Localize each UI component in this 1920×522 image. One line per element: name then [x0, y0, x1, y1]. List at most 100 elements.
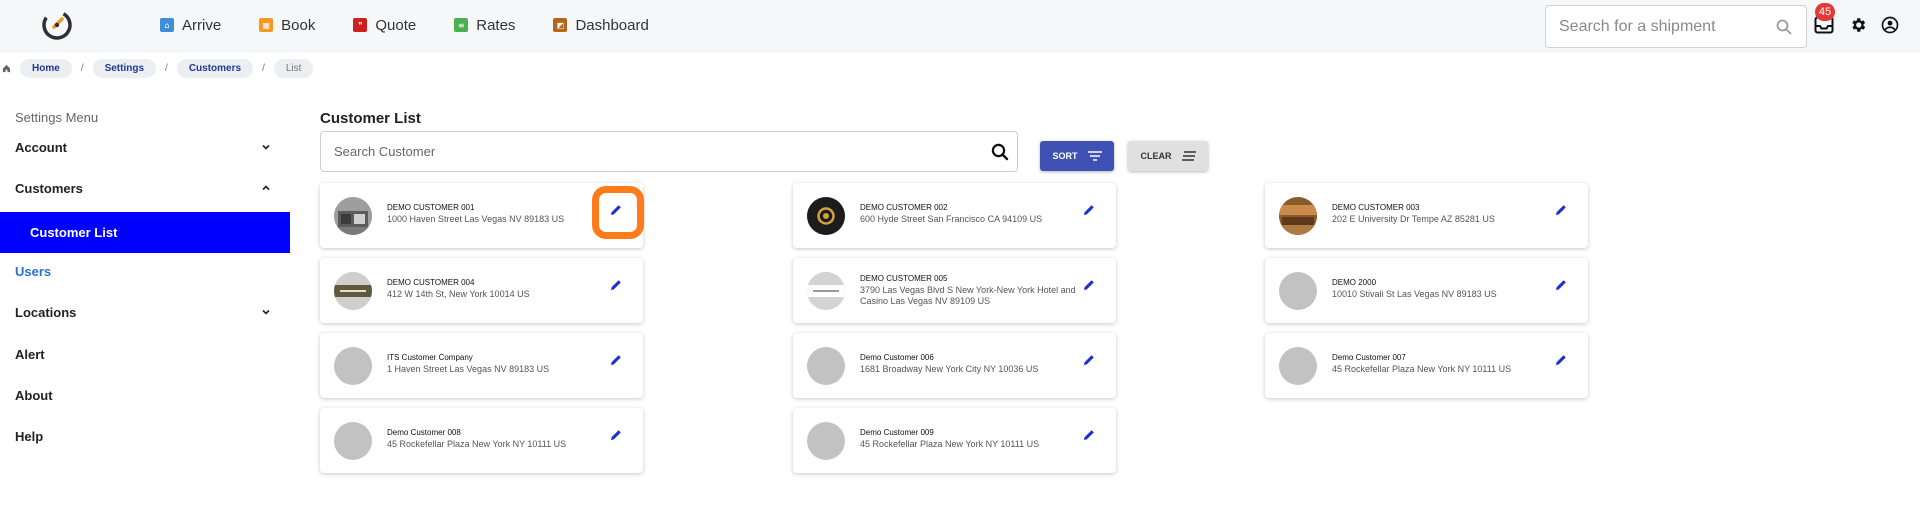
customer-avatar — [334, 272, 372, 310]
customer-address: 3790 Las Vegas Blvd S New York-New York … — [860, 285, 1076, 306]
customer-card[interactable]: Demo Customer 007 45 Rockefellar Plaza N… — [1265, 333, 1588, 398]
sidebar-item-help[interactable]: Help — [0, 416, 290, 457]
customer-card[interactable]: DEMO CUSTOMER 005 3790 Las Vegas Blvd S … — [793, 258, 1116, 323]
customer-name: DEMO 2000 — [1332, 278, 1377, 287]
nav-rates-label: Rates — [476, 16, 516, 34]
edit-customer-button[interactable] — [1080, 351, 1098, 369]
chevron-down-icon — [262, 144, 270, 150]
sidebar-item-label: Customer List — [30, 225, 118, 240]
breadcrumb-separator: / — [165, 62, 168, 74]
edit-customer-button[interactable] — [607, 276, 625, 294]
customer-card[interactable]: DEMO CUSTOMER 003 202 E University Dr Te… — [1265, 183, 1588, 248]
customer-address: 1681 Broadway New York City NY 10036 US — [860, 364, 1039, 374]
breadcrumb-customers[interactable]: Customers — [176, 58, 254, 78]
sidebar-item-users[interactable]: Users — [0, 251, 290, 292]
booking-icon: ▦ — [259, 18, 274, 32]
clear-sort-icon — [1181, 151, 1196, 161]
customer-card[interactable]: DEMO CUSTOMER 001 1000 Haven Street Las … — [320, 183, 643, 248]
pencil-icon — [1084, 355, 1094, 365]
customer-avatar-placeholder — [334, 422, 372, 460]
sidebar-item-label: Help — [15, 429, 44, 444]
search-icon[interactable] — [991, 143, 1009, 161]
customer-card[interactable]: ITS Customer Company 1 Haven Street Las … — [320, 333, 643, 398]
search-icon[interactable] — [1776, 19, 1792, 35]
pencil-icon — [1084, 280, 1094, 290]
nav-quote[interactable]: ❞ Quote — [353, 17, 416, 34]
customer-avatar — [807, 197, 845, 235]
breadcrumb-separator: / — [80, 62, 84, 74]
sidebar-item-label: Alert — [15, 347, 45, 362]
page-title: Customer List — [320, 110, 421, 127]
customer-card[interactable]: Demo Customer 008 45 Rockefellar Plaza N… — [320, 408, 643, 473]
home-icon: ⌂ — [160, 18, 174, 32]
customer-name: DEMO CUSTOMER 003 — [1332, 203, 1420, 212]
edit-customer-button[interactable] — [1080, 201, 1098, 219]
edit-customer-button[interactable] — [1080, 426, 1098, 444]
edit-customer-button[interactable] — [607, 351, 625, 369]
edit-customer-button[interactable] — [1552, 201, 1570, 219]
customer-address: 45 Rockefellar Plaza New York NY 10111 U… — [860, 439, 1040, 449]
inbox-count-badge: 45 — [1815, 3, 1835, 21]
shipment-search-input[interactable] — [1559, 17, 1769, 36]
sidebar-item-customers[interactable]: Customers — [0, 168, 290, 209]
edit-customer-button[interactable] — [1552, 351, 1570, 369]
company-logo-icon[interactable] — [40, 8, 74, 42]
nav-dashboard[interactable]: ◩ Dashboard — [553, 16, 649, 34]
pencil-icon — [611, 430, 621, 440]
rates-icon: ≡ — [454, 18, 469, 32]
customer-search-input[interactable] — [334, 144, 974, 159]
account-button[interactable] — [1879, 14, 1901, 36]
customer-address: 1 Haven Street Las Vegas NV 89183 US — [387, 364, 550, 374]
customer-name: Demo Customer 008 — [387, 428, 461, 437]
sidebar-item-locations[interactable]: Locations — [0, 292, 290, 333]
sidebar-item-about[interactable]: About — [0, 375, 290, 416]
customer-search — [320, 131, 1018, 172]
nav-quote-label: Quote — [375, 16, 417, 34]
pencil-icon — [611, 355, 621, 365]
breadcrumb-settings[interactable]: Settings — [92, 58, 157, 78]
customer-card[interactable]: DEMO CUSTOMER 002 600 Hyde Street San Fr… — [793, 183, 1116, 248]
sidebar-item-label: Users — [15, 264, 52, 279]
nav-book[interactable]: ▦ Book — [259, 17, 315, 34]
edit-customer-button[interactable] — [607, 201, 625, 219]
customer-card[interactable]: Demo Customer 006 1681 Broadway New York… — [793, 333, 1116, 398]
breadcrumb-home[interactable]: Home — [20, 58, 72, 78]
edit-customer-button[interactable] — [1080, 276, 1098, 294]
nav-rates[interactable]: ≡ Rates — [454, 17, 515, 34]
sidebar-item-customer-list[interactable]: Customer List — [0, 212, 290, 253]
breadcrumb-list: List — [273, 58, 314, 78]
customer-avatar — [807, 272, 845, 310]
edit-customer-button[interactable] — [1552, 276, 1570, 294]
customer-card[interactable]: Demo Customer 009 45 Rockefellar Plaza N… — [793, 408, 1116, 473]
sort-button-label: SORT — [1052, 151, 1078, 161]
white-logo-icon — [807, 272, 845, 310]
quote-icon: ❞ — [353, 18, 368, 32]
pencil-icon — [611, 280, 621, 290]
customer-card[interactable]: DEMO 2000 10010 Stivali St Las Vegas NV … — [1265, 258, 1588, 323]
shipment-search — [1545, 5, 1807, 48]
sort-button[interactable]: SORT — [1040, 141, 1114, 171]
nav-dashboard-label: Dashboard — [575, 16, 649, 34]
pencil-icon — [1556, 355, 1566, 365]
breadcrumb-separator: / — [262, 62, 265, 74]
interior-photo-icon — [1279, 197, 1317, 235]
customer-name: DEMO CUSTOMER 001 — [387, 203, 475, 212]
customer-card[interactable]: DEMO CUSTOMER 004 412 W 14th St, New Yor… — [320, 258, 643, 323]
chevron-up-icon — [262, 185, 270, 191]
pencil-icon — [1084, 205, 1094, 215]
edit-customer-button[interactable] — [607, 426, 625, 444]
clear-button[interactable]: CLEAR — [1128, 141, 1208, 171]
olive-logo-icon — [334, 272, 372, 310]
clear-button-label: CLEAR — [1140, 151, 1172, 161]
sidebar-item-account[interactable]: Account — [0, 127, 290, 168]
nav-arrive[interactable]: ⌂ Arrive — [160, 17, 221, 34]
customer-address: 45 Rockefellar Plaza New York NY 10111 U… — [387, 439, 567, 449]
customer-name: DEMO CUSTOMER 002 — [860, 203, 948, 212]
customer-name: Demo Customer 006 — [860, 353, 934, 362]
customer-address: 202 E University Dr Tempe AZ 85281 US — [1332, 214, 1495, 224]
customer-name: Demo Customer 009 — [860, 428, 934, 437]
sidebar-item-alert[interactable]: Alert — [0, 334, 290, 375]
settings-button[interactable] — [1847, 14, 1869, 36]
customer-avatar-placeholder — [807, 422, 845, 460]
breadcrumb: Home / Settings / Customers / List — [0, 58, 314, 78]
